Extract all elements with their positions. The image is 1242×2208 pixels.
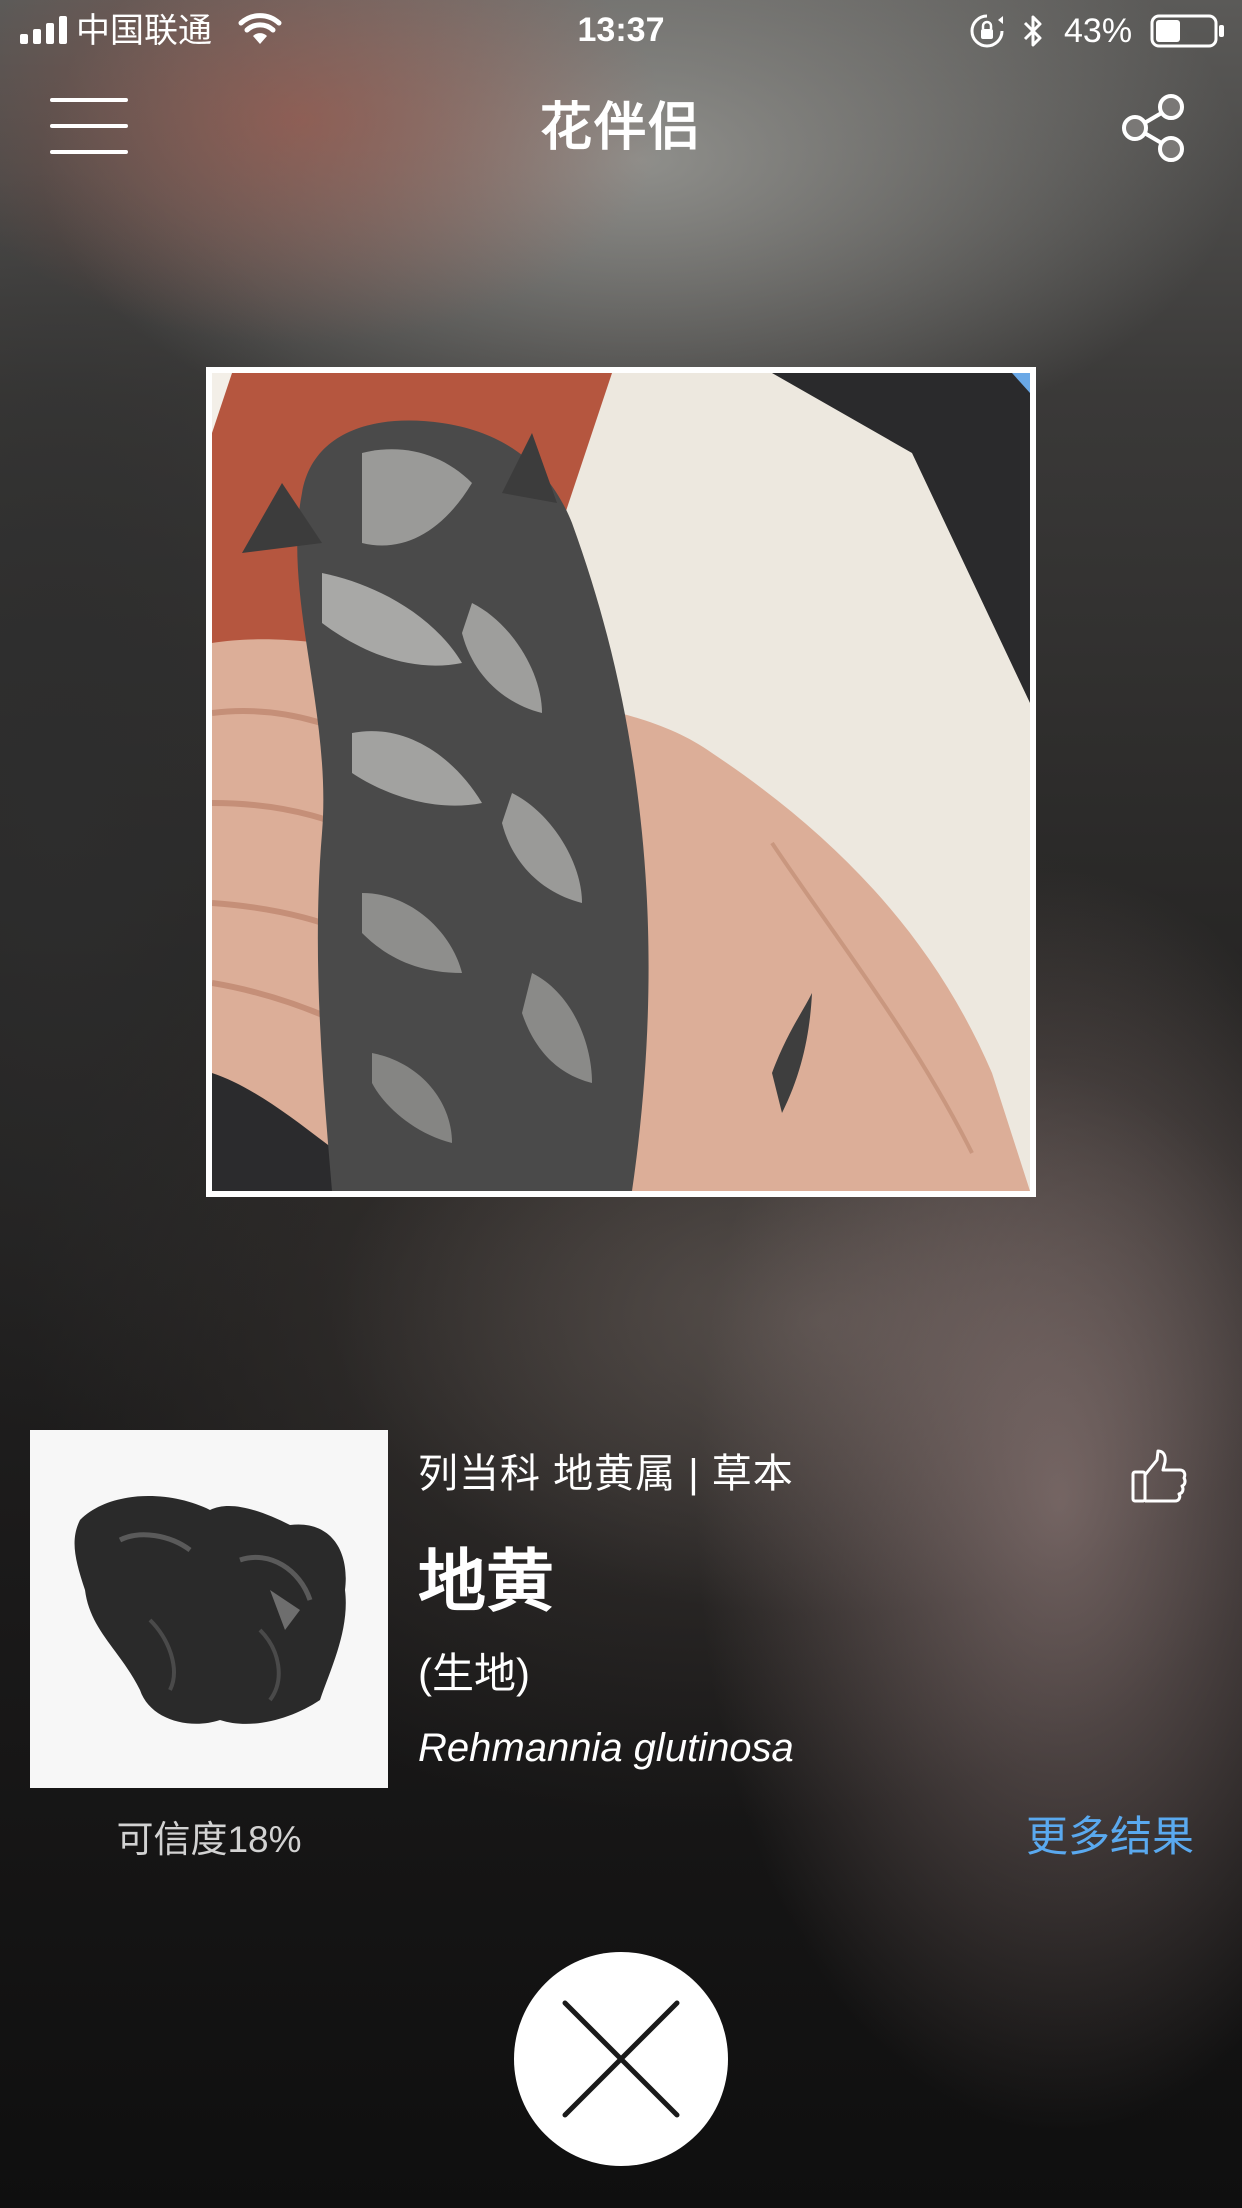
close-button[interactable] (514, 1952, 728, 2166)
result-thumbnail[interactable] (30, 1430, 388, 1788)
page-title: 花伴侣 (539, 99, 702, 157)
result-latin-name: Rehmannia glutinosa (418, 1726, 794, 1770)
battery-icon (1150, 14, 1224, 48)
result-alias: (生地) (418, 1650, 530, 1697)
captured-photo (212, 373, 1030, 1191)
status-bar: 中国联通 13:37 43% (0, 0, 1242, 62)
confidence-label: 可信度18% (116, 1819, 302, 1860)
kitten-in-hand-image (212, 373, 1030, 1191)
captured-photo-frame (206, 367, 1036, 1197)
share-icon[interactable] (1118, 92, 1190, 164)
close-icon (562, 2000, 680, 2118)
orientation-lock-icon (970, 14, 1004, 48)
specimen-photo (30, 1430, 388, 1788)
clock: 13:37 (577, 11, 665, 49)
bluetooth-icon (1023, 15, 1042, 47)
more-results-link[interactable]: 更多结果 (1026, 1810, 1194, 1864)
result-taxonomy: 列当科 地黄属 | 草本 (418, 1452, 794, 1496)
battery-percent: 43% (1064, 12, 1133, 50)
result-name: 地黄 (418, 1544, 555, 1620)
thumbs-up-icon[interactable] (1130, 1448, 1188, 1504)
